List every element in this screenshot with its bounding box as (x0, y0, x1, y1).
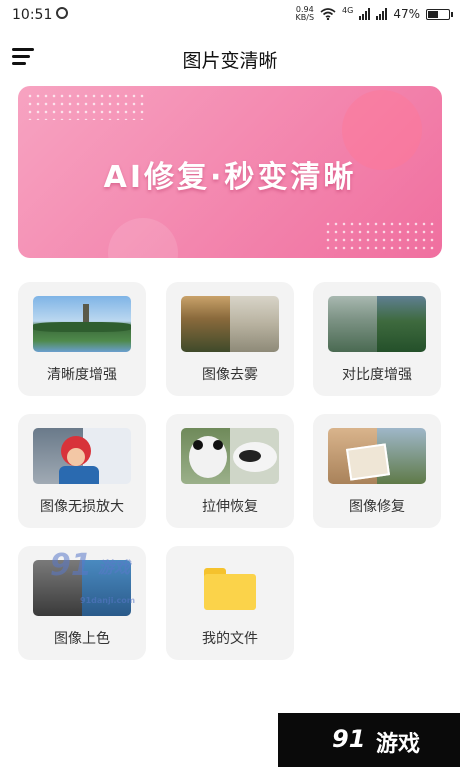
promo-banner[interactable]: AI修复·秒变清晰 (18, 86, 442, 258)
status-bar: 10:51 0.94 KB/S 4G 47% (0, 0, 460, 30)
feature-label: 图像无损放大 (40, 499, 124, 515)
corner-watermark-logo: 91 (332, 725, 366, 753)
feature-contrast[interactable]: 对比度增强 (313, 282, 441, 396)
app-bar: 图片变清晰 (0, 34, 460, 82)
feature-label: 图像上色 (54, 631, 110, 647)
landscape-thumbnail (33, 296, 131, 352)
banner-dots (26, 92, 146, 120)
feature-colorize[interactable]: 91 游戏 91danji.com 图像上色 (18, 546, 146, 660)
feature-label: 我的文件 (202, 631, 258, 647)
net-speed-unit: KB/S (295, 13, 315, 22)
feature-sharpen[interactable]: 清晰度增强 (18, 282, 146, 396)
watermark-url: 91danji.com (80, 596, 136, 605)
mountain-thumbnail (328, 296, 426, 352)
status-time: 10:51 (12, 7, 53, 23)
alarm-icon (56, 7, 68, 19)
feature-label: 拉伸恢复 (202, 499, 258, 515)
battery-icon (426, 8, 453, 20)
wifi-icon (320, 8, 336, 20)
feature-label: 图像修复 (349, 499, 405, 515)
feature-stretch-restore[interactable]: 拉伸恢复 (166, 414, 294, 528)
signal-icon-2 (376, 8, 388, 20)
signal-icon (359, 8, 371, 20)
feature-repair[interactable]: 图像修复 (313, 414, 441, 528)
feature-my-files[interactable]: 我的文件 (166, 546, 294, 660)
forest-fog-thumbnail (181, 296, 279, 352)
net-speed: 0.94 KB/S (296, 6, 315, 22)
panda-thumbnail (181, 428, 279, 484)
network-type: 4G (342, 6, 354, 15)
folder-icon (204, 568, 256, 610)
child-thumbnail (33, 428, 131, 484)
corner-watermark-text: 游戏 (376, 732, 421, 757)
feature-upscale[interactable]: 图像无损放大 (18, 414, 146, 528)
banner-dots-2 (324, 220, 434, 250)
corner-watermark: 91 游戏 (278, 713, 460, 767)
banner-decor-circle-2 (108, 218, 178, 258)
feature-label: 清晰度增强 (47, 367, 117, 383)
battery-fill (428, 10, 439, 18)
banner-text: AI修复·秒变清晰 (103, 160, 357, 195)
status-indicators: 0.94 KB/S 4G 47% (296, 6, 453, 22)
watermark-logo: 91 (50, 548, 92, 583)
old-photo-thumbnail (328, 428, 426, 484)
page-title: 图片变清晰 (182, 50, 278, 72)
watermark-text: 游戏 (98, 558, 131, 577)
battery-percent: 47% (393, 7, 420, 21)
feature-dehaze[interactable]: 图像去雾 (166, 282, 294, 396)
feature-label: 对比度增强 (342, 367, 412, 383)
feature-label: 图像去雾 (202, 367, 258, 383)
